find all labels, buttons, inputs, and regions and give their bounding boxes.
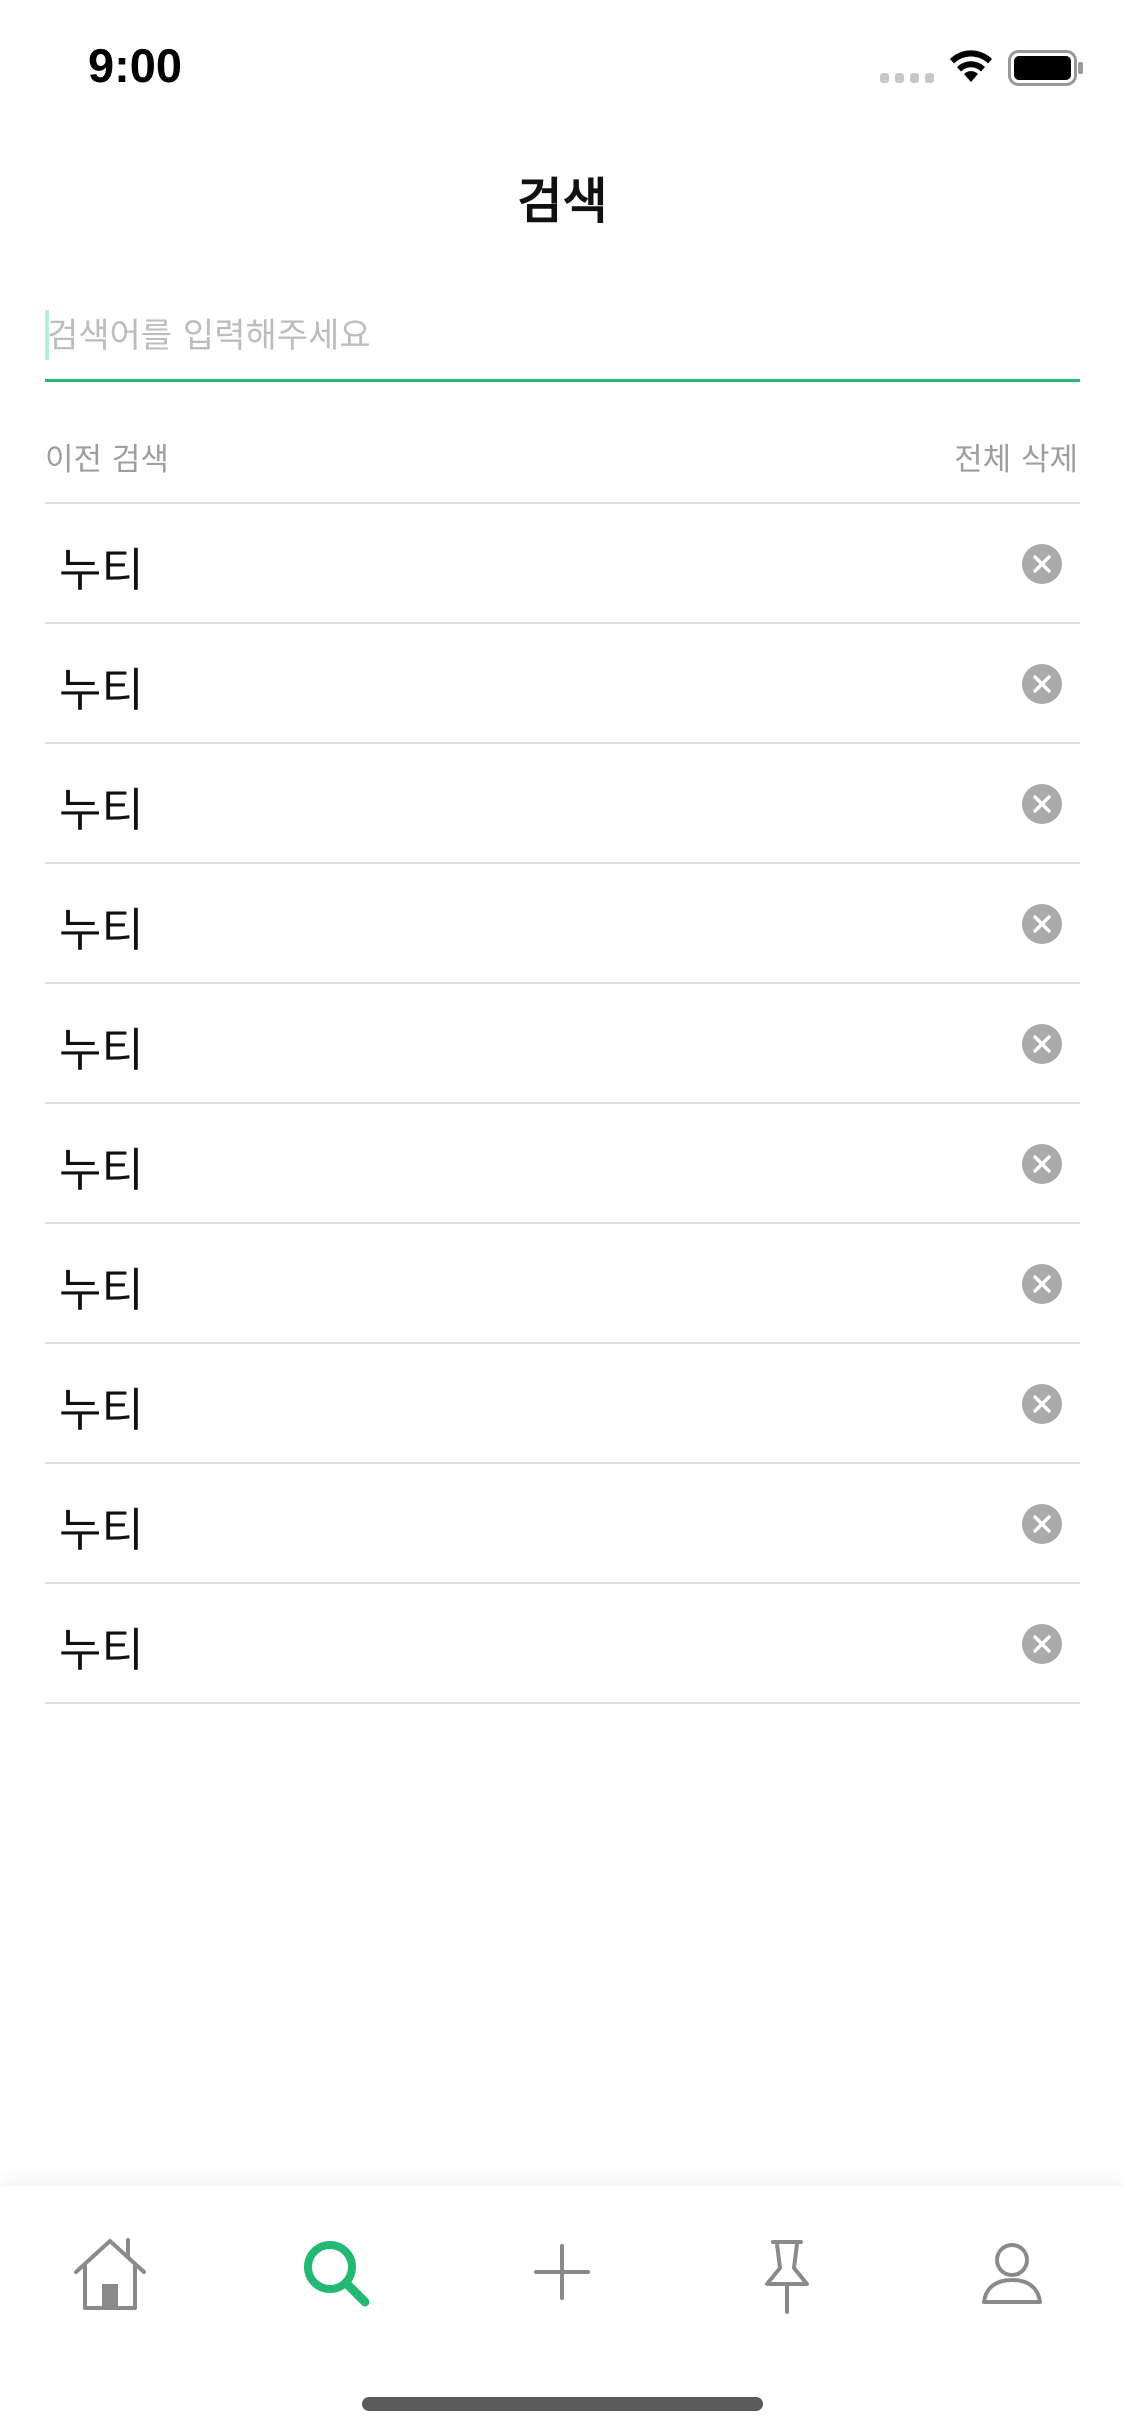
- close-circle-icon[interactable]: [1022, 784, 1062, 824]
- status-bar: 9:00: [0, 0, 1125, 132]
- list-item[interactable]: 누티: [45, 744, 1080, 864]
- close-circle-icon[interactable]: [1022, 1624, 1062, 1664]
- tab-profile[interactable]: [952, 2214, 1072, 2334]
- tab-home[interactable]: [50, 2214, 170, 2334]
- close-circle-icon[interactable]: [1022, 1504, 1062, 1544]
- recent-searches-list: 누티 누티 누티 누티 누티 누티 누티 누티 누티 누티: [45, 504, 1080, 1704]
- list-item[interactable]: 누티: [45, 1104, 1080, 1224]
- search-screen: 9:00 검색 이전 검색 전체 삭제 누티: [0, 0, 1125, 2436]
- list-item[interactable]: 누티: [45, 1224, 1080, 1344]
- list-item[interactable]: 누티: [45, 864, 1080, 984]
- close-circle-icon[interactable]: [1022, 904, 1062, 944]
- profile-icon: [982, 2243, 1042, 2304]
- list-item[interactable]: 누티: [45, 624, 1080, 744]
- home-indicator[interactable]: [362, 2397, 763, 2411]
- cellular-signal-icon: [880, 73, 934, 83]
- history-item-label: 누티: [59, 1503, 144, 1557]
- history-item-label: 누티: [59, 1383, 144, 1437]
- tab-search[interactable]: [277, 2214, 397, 2334]
- recent-searches-header: 이전 검색 전체 삭제: [45, 430, 1080, 504]
- history-item-label: 누티: [59, 1623, 144, 1677]
- list-item[interactable]: 누티: [45, 504, 1080, 624]
- history-item-label: 누티: [59, 543, 144, 597]
- close-circle-icon[interactable]: [1022, 1144, 1062, 1184]
- recent-searches-label: 이전 검색: [45, 442, 169, 478]
- list-item[interactable]: 누티: [45, 1464, 1080, 1584]
- list-item[interactable]: 누티: [45, 1584, 1080, 1704]
- pin-icon: [765, 2240, 809, 2314]
- search-input[interactable]: [45, 298, 1080, 374]
- status-time: 9:00: [88, 39, 183, 92]
- history-item-label: 누티: [59, 783, 144, 837]
- tab-pinned[interactable]: [727, 2214, 847, 2334]
- page-title: 검색: [517, 173, 608, 230]
- history-item-label: 누티: [59, 663, 144, 717]
- clear-all-button[interactable]: 전체 삭제: [954, 434, 1078, 479]
- plus-icon: [534, 2244, 590, 2300]
- battery-icon: [1008, 50, 1083, 86]
- close-circle-icon[interactable]: [1022, 544, 1062, 584]
- list-item[interactable]: 누티: [45, 1344, 1080, 1464]
- close-circle-icon[interactable]: [1022, 664, 1062, 704]
- history-item-label: 누티: [59, 1263, 144, 1317]
- list-item[interactable]: 누티: [45, 984, 1080, 1104]
- history-item-label: 누티: [59, 1023, 144, 1077]
- search-icon: [304, 2241, 370, 2307]
- home-icon: [74, 2238, 146, 2310]
- close-circle-icon[interactable]: [1022, 1024, 1062, 1064]
- tab-add[interactable]: [502, 2214, 622, 2334]
- close-circle-icon[interactable]: [1022, 1264, 1062, 1304]
- search-field[interactable]: [45, 298, 1080, 382]
- history-item-label: 누티: [59, 1143, 144, 1197]
- history-item-label: 누티: [59, 903, 144, 957]
- wifi-icon: [950, 50, 992, 82]
- close-circle-icon[interactable]: [1022, 1384, 1062, 1424]
